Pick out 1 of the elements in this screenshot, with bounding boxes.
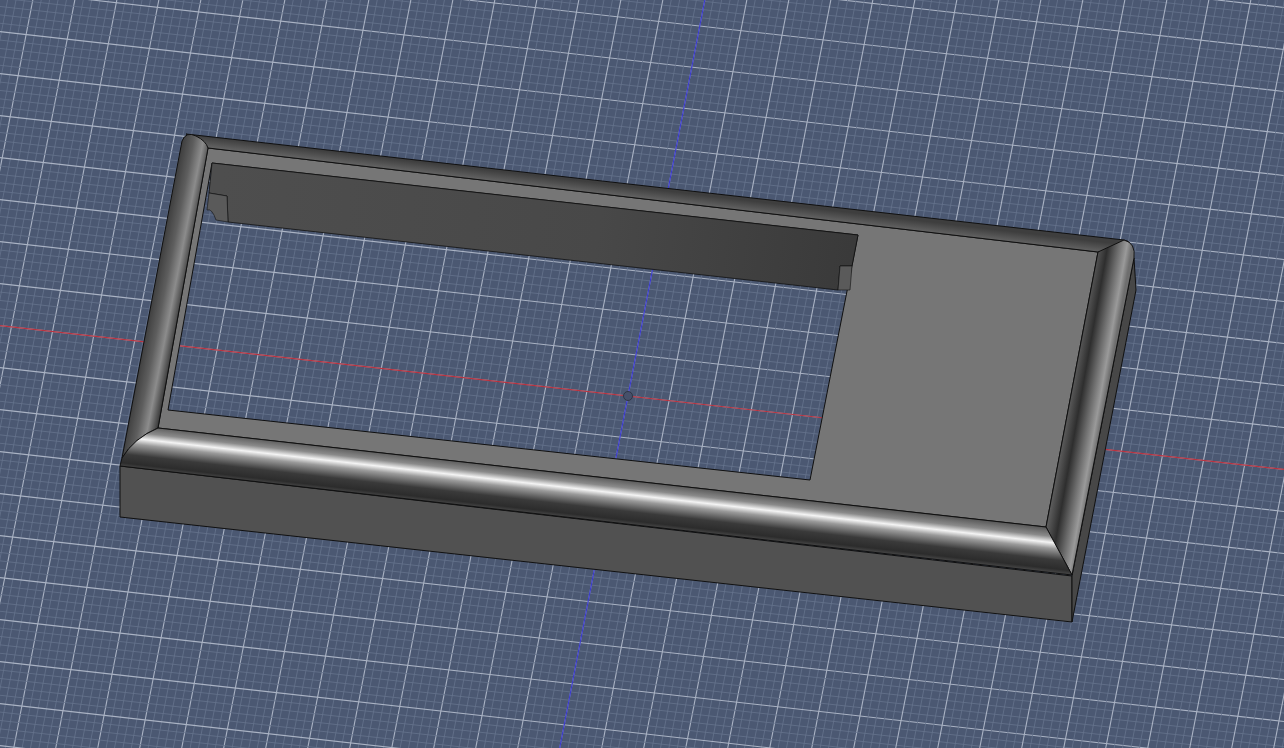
origin-marker-icon: [623, 391, 633, 401]
